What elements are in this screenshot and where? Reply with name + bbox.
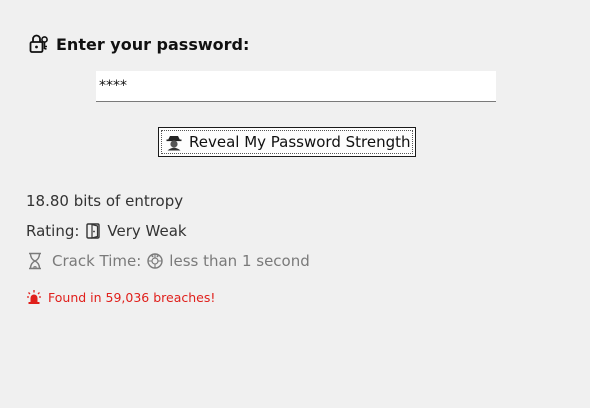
password-prompt-label: Enter your password: [56,34,250,54]
door-icon [84,222,102,240]
reveal-strength-label: Reveal My Password Strength [189,133,411,151]
rating-label: Rating: [26,222,80,240]
entropy-readout: 18.80 bits of entropy [26,190,183,212]
breach-alert-text: Found in 59,036 breaches! [48,289,216,305]
reveal-strength-button[interactable]: Reveal My Password Strength [158,127,416,157]
rating-row: Rating: Very Weak [26,220,187,242]
crack-time-value: less than 1 second [169,252,310,270]
breach-alert: Found in 59,036 breaches! [26,287,215,307]
siren-icon [26,289,42,305]
password-prompt: Enter your password: [28,31,249,57]
entropy-text: 18.80 bits of entropy [26,192,184,210]
crack-time-label: Crack Time: [52,252,142,270]
hourglass-icon [26,252,44,270]
detective-icon [165,133,183,151]
turtle-icon [146,252,164,270]
password-input[interactable] [96,71,496,102]
lock-with-key-icon [28,33,50,55]
rating-value: Very Weak [107,222,187,240]
crack-time-row: Crack Time: less than 1 second [26,250,310,272]
